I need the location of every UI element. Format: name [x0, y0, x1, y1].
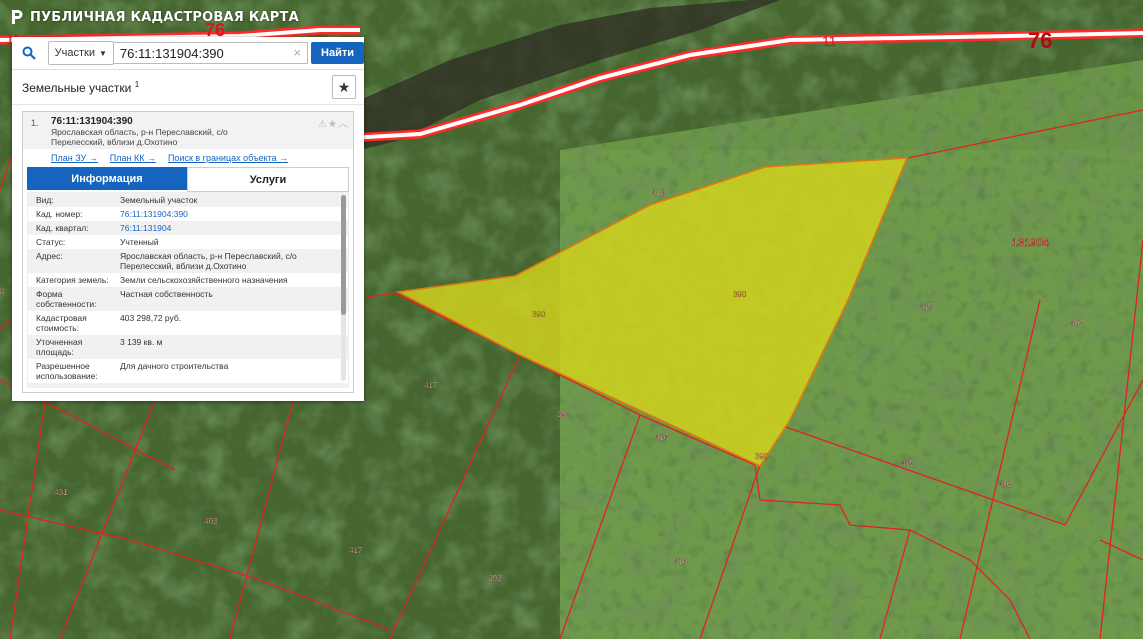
info-value[interactable]: 76:11:131904:390: [120, 209, 310, 219]
info-row: по документу:Для организации дачного нек…: [28, 383, 348, 387]
plan-zu-link[interactable]: План ЗУ →: [51, 153, 98, 163]
parcel-label: 416: [674, 557, 688, 566]
info-key: Уточненная площадь:: [36, 337, 83, 357]
info-value: Частная собственность: [120, 289, 213, 299]
parcel-label: 416: [655, 433, 669, 442]
info-value: Учтенный: [120, 237, 159, 247]
result-card-header[interactable]: 1. 76:11:131904:390 Ярославская область,…: [23, 112, 353, 149]
info-table: Вид: Земельный участок Кад. номер: 76:11:13…: [27, 192, 349, 388]
results-title: Земельные участки 1: [22, 80, 139, 95]
parcel-label: 417: [349, 546, 363, 555]
info-value: Для организации дачного некоммерческого …: [120, 385, 310, 387]
result-cad-number[interactable]: 76:11:131904:390: [51, 116, 347, 127]
parcel-label: 418: [652, 188, 666, 197]
parcel-label: 417: [424, 381, 438, 390]
quarter-label: 131904: [1012, 237, 1049, 249]
parcel-label: 403: [204, 517, 218, 526]
parcel-label: 390: [733, 290, 747, 299]
info-value: 3 139 кв. м: [120, 337, 163, 347]
info-key: Категория земель:: [36, 275, 109, 285]
info-key: Разрешенное использование:: [36, 361, 98, 381]
results-title-text: Земельные участки: [22, 80, 132, 95]
search-in-bounds-link[interactable]: Поиск в границах объекта →: [168, 153, 288, 163]
chevron-up-icon[interactable]: ︿: [338, 119, 349, 130]
info-key: Статус:: [36, 237, 66, 247]
info-key: по документу:: [28, 385, 120, 387]
info-key: Вид:: [36, 195, 54, 205]
info-row: Вид: Земельный участок: [28, 193, 348, 207]
parcel-label: 8: [0, 287, 5, 296]
result-links: План ЗУ → План КК → Поиск в границах объ…: [23, 149, 353, 167]
info-value: Для дачного строительства: [120, 361, 229, 371]
scrollbar[interactable]: [341, 195, 346, 381]
scrollbar-thumb[interactable]: [341, 195, 346, 315]
search-panel: Участки ▼ 76:11:131904:390 × Найти Земел…: [12, 37, 364, 401]
search-type-select[interactable]: Участки ▼: [47, 41, 114, 65]
search-query: 76:11:131904:390: [119, 45, 224, 61]
info-value: Земли сельскохозяйственного назначения: [120, 275, 288, 285]
find-button[interactable]: Найти: [311, 42, 364, 64]
parcel-label: 402: [999, 480, 1013, 489]
search-type-label: Участки: [54, 47, 95, 59]
road-label: 76: [1028, 28, 1052, 53]
star-icon[interactable]: ★: [328, 119, 338, 130]
info-key: Адрес:: [36, 251, 63, 261]
info-row: Кад. номер: 76:11:131904:390: [28, 207, 348, 221]
parcel-label: 431: [54, 488, 68, 497]
parcel-label: 390: [755, 452, 769, 461]
info-row: Категория земель: Земли сельскохозяйствен…: [28, 273, 348, 287]
search-row: Участки ▼ 76:11:131904:390 × Найти: [12, 37, 364, 70]
warning-icon[interactable]: ⚠: [318, 119, 328, 130]
info-row: Кадастровая стоимость: 403 298,72 руб.: [28, 311, 348, 335]
result-index: 1.: [31, 118, 39, 128]
info-row: Разрешенное использование: Для дачного ст…: [28, 359, 348, 383]
parcel-label: 415: [920, 302, 934, 311]
search-icon[interactable]: [12, 37, 46, 69]
tab-information[interactable]: Информация: [27, 167, 187, 190]
info-row: Форма собственности: Частная собственност…: [28, 287, 348, 311]
info-key: Кадастровая стоимость:: [36, 313, 87, 333]
chevron-down-icon: ▼: [98, 48, 107, 58]
info-value: Земельный участок: [120, 195, 198, 205]
info-row: Уточненная площадь: 3 139 кв. м: [28, 335, 348, 359]
parcel-label: 393: [488, 574, 502, 583]
info-value: Ярославская область, р-н Переславский, с…: [120, 251, 297, 271]
clear-icon[interactable]: ×: [293, 45, 301, 60]
parcel-label: 393: [557, 410, 571, 419]
info-row: Статус: Учтенный: [28, 235, 348, 249]
card-action-icons: ⚠★︿: [318, 115, 349, 130]
result-tabs: Информация Услуги: [27, 167, 349, 192]
result-card: 1. 76:11:131904:390 Ярославская область,…: [22, 111, 354, 393]
info-key: Форма собственности:: [36, 289, 97, 309]
info-key: Кад. квартал:: [36, 223, 89, 233]
plan-kk-link[interactable]: План КК →: [110, 153, 156, 163]
parcel-label: 390: [532, 310, 546, 319]
info-value[interactable]: 76:11:131904: [120, 223, 310, 233]
info-row: Кад. квартал: 76:11:131904: [28, 221, 348, 235]
info-value: 403 298,72 руб.: [120, 313, 182, 323]
road-label: 11: [822, 33, 837, 49]
info-row: Адрес: Ярославская область, р-н Переславс…: [28, 249, 348, 273]
result-address: Ярославская область, р-н Переславский, с…: [51, 127, 228, 147]
results-header: Земельные участки 1 ★: [12, 70, 364, 105]
search-input[interactable]: 76:11:131904:390 ×: [113, 42, 309, 64]
parcel-label: 415: [901, 459, 915, 468]
tab-services[interactable]: Услуги: [187, 167, 349, 192]
parcel-label: 402: [1070, 319, 1084, 328]
favorite-star-icon[interactable]: ★: [332, 75, 356, 99]
results-count: 1: [134, 79, 140, 89]
info-key: Кад. номер:: [36, 209, 83, 219]
